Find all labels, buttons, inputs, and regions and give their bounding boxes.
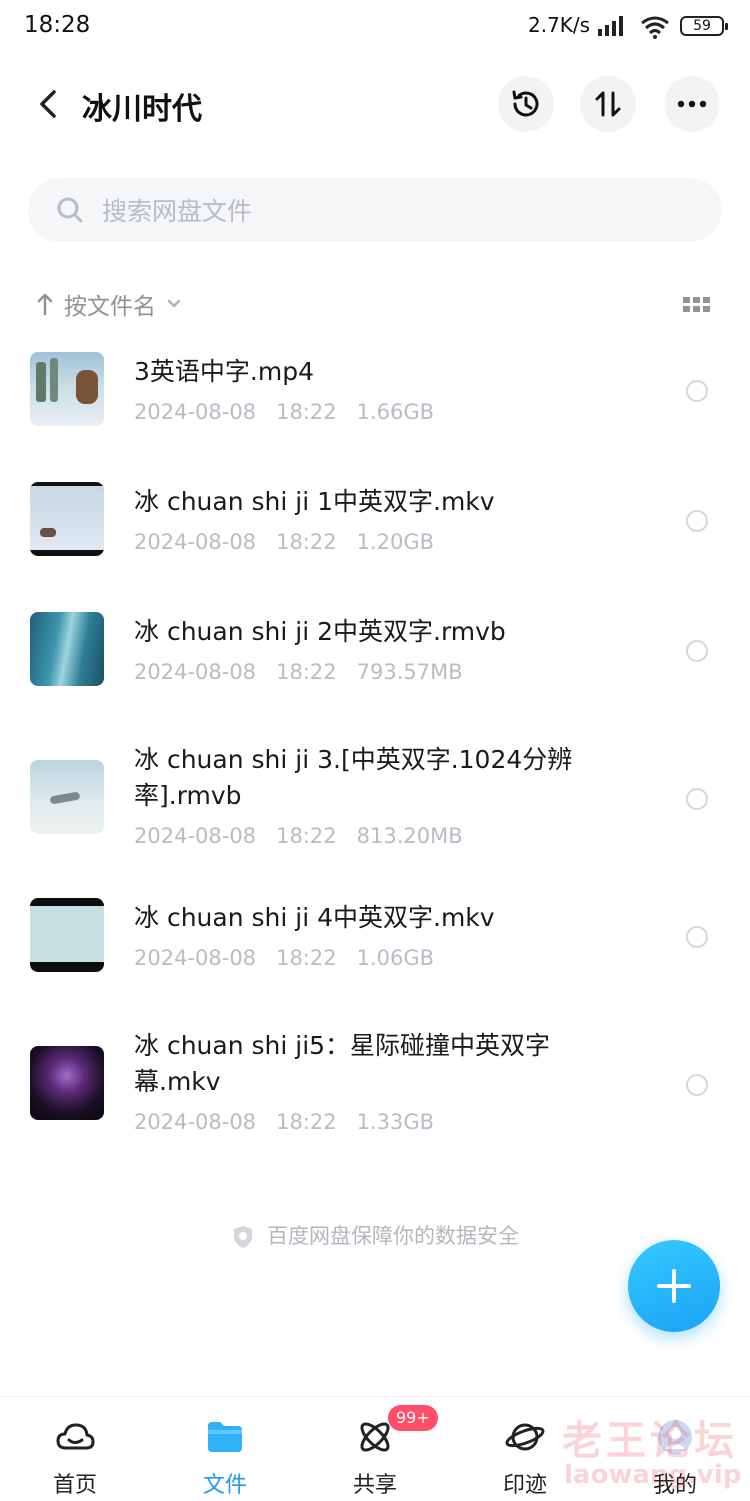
file-name: 冰 chuan shi ji 2中英双字.rmvb — [134, 617, 506, 646]
file-time: 18:22 — [276, 946, 337, 970]
video-thumbnail — [30, 1046, 104, 1120]
nav-item-files[interactable]: 文件 — [150, 1397, 300, 1501]
select-radio[interactable] — [686, 926, 708, 948]
file-date: 2024-08-08 — [134, 946, 257, 970]
file-item[interactable]: 冰 chuan shi ji5：星际碰撞中英双字幕.mkv 2024-08-08… — [0, 1016, 750, 1156]
back-button[interactable] — [26, 82, 70, 126]
video-thumbnail — [30, 898, 104, 972]
history-button[interactable] — [498, 76, 554, 132]
file-size: 1.66GB — [356, 400, 435, 424]
planet-icon — [505, 1423, 545, 1451]
file-size: 793.57MB — [356, 660, 463, 684]
file-time: 18:22 — [276, 660, 337, 684]
signal-icon — [598, 16, 623, 36]
status-time: 18:28 — [24, 12, 91, 38]
more-options-button[interactable] — [664, 76, 720, 132]
status-bar: 18:28 2.7K/s 59 — [0, 0, 750, 56]
add-button[interactable] — [628, 1240, 720, 1332]
file-date: 2024-08-08 — [134, 1110, 257, 1134]
search-bar[interactable] — [28, 178, 722, 242]
history-icon — [512, 90, 539, 117]
file-name: 冰 chuan shi ji 3.[中英双字.1024分辨率].rmvb — [134, 745, 573, 810]
more-horizontal-icon — [677, 100, 707, 108]
file-date: 2024-08-08 — [134, 400, 257, 424]
arrow-up-icon — [37, 293, 53, 316]
video-thumbnail — [30, 612, 104, 686]
select-radio[interactable] — [686, 1074, 708, 1096]
file-time: 18:22 — [276, 530, 337, 554]
select-radio[interactable] — [686, 788, 708, 810]
folder-icon — [208, 1422, 242, 1452]
file-time: 18:22 — [276, 824, 337, 848]
battery-indicator: 59 — [680, 16, 728, 36]
nav-label: 首页 — [52, 1473, 97, 1498]
chevron-down-icon — [167, 299, 181, 308]
select-radio[interactable] — [686, 640, 708, 662]
file-date: 2024-08-08 — [134, 824, 257, 848]
sort-selector[interactable]: 按文件名 — [36, 286, 182, 322]
watermark-title: 老王论坛 — [562, 1418, 738, 1464]
wifi-icon — [641, 16, 669, 39]
security-note-text: 百度网盘保障你的数据安全 — [267, 1224, 519, 1248]
nav-item-share[interactable]: 99+ 共享 — [300, 1397, 450, 1501]
file-date: 2024-08-08 — [134, 530, 257, 554]
video-thumbnail — [30, 482, 104, 556]
search-icon — [57, 197, 83, 223]
file-name: 冰 chuan shi ji5：星际碰撞中英双字幕.mkv — [134, 1031, 551, 1096]
cloud-icon — [56, 1423, 95, 1450]
file-item[interactable]: 冰 chuan shi ji 3.[中英双字.1024分辨率].rmvb 202… — [0, 730, 750, 870]
file-meta: 2024-08-08 18:22 1.20GB — [134, 530, 434, 554]
file-item[interactable]: 冰 chuan shi ji 2中英双字.rmvb 2024-08-08 18:… — [0, 600, 750, 710]
file-meta: 2024-08-08 18:22 1.06GB — [134, 946, 434, 970]
file-time: 18:22 — [276, 1110, 337, 1134]
file-name: 冰 chuan shi ji 4中英双字.mkv — [134, 903, 495, 932]
notification-badge: 99+ — [388, 1405, 438, 1431]
file-item[interactable]: 3英语中字.mp4 2024-08-08 18:22 1.66GB — [0, 340, 750, 450]
file-time: 18:22 — [276, 400, 337, 424]
file-name: 冰 chuan shi ji 1中英双字.mkv — [134, 487, 495, 516]
file-meta: 2024-08-08 18:22 1.33GB — [134, 1110, 434, 1134]
file-size: 1.06GB — [356, 946, 435, 970]
file-date: 2024-08-08 — [134, 660, 257, 684]
shield-icon — [234, 1226, 252, 1248]
watermark: 老王论坛 laowang.vip — [562, 1408, 742, 1494]
network-speed: 2.7K/s — [528, 13, 591, 37]
sort-label: 按文件名 — [64, 294, 156, 320]
plus-icon — [657, 1269, 691, 1303]
video-thumbnail — [30, 352, 104, 426]
select-radio[interactable] — [686, 380, 708, 402]
file-size: 1.20GB — [356, 530, 435, 554]
swap-vertical-icon — [595, 91, 621, 117]
file-item[interactable]: 冰 chuan shi ji 1中英双字.mkv 2024-08-08 18:2… — [0, 470, 750, 580]
file-size: 1.33GB — [356, 1110, 435, 1134]
grid-view-icon[interactable] — [680, 290, 714, 320]
file-meta: 2024-08-08 18:22 793.57MB — [134, 660, 463, 684]
chevron-left-icon — [40, 90, 56, 118]
page-title: 冰川时代 — [82, 92, 202, 127]
file-item[interactable]: 冰 chuan shi ji 4中英双字.mkv 2024-08-08 18:2… — [0, 886, 750, 996]
sort-order-button[interactable] — [580, 76, 636, 132]
watermark-url: laowang.vip — [564, 1460, 742, 1490]
nav-label: 文件 — [202, 1473, 247, 1498]
video-thumbnail — [30, 760, 104, 834]
security-note: 百度网盘保障你的数据安全 — [0, 1220, 750, 1250]
nav-item-home[interactable]: 首页 — [0, 1397, 150, 1501]
nav-label: 共享 — [352, 1473, 397, 1498]
search-input[interactable] — [100, 188, 694, 234]
file-name: 3英语中字.mp4 — [134, 357, 314, 386]
file-meta: 2024-08-08 18:22 813.20MB — [134, 824, 463, 848]
select-radio[interactable] — [686, 510, 708, 532]
file-size: 813.20MB — [356, 824, 463, 848]
file-meta: 2024-08-08 18:22 1.66GB — [134, 400, 434, 424]
